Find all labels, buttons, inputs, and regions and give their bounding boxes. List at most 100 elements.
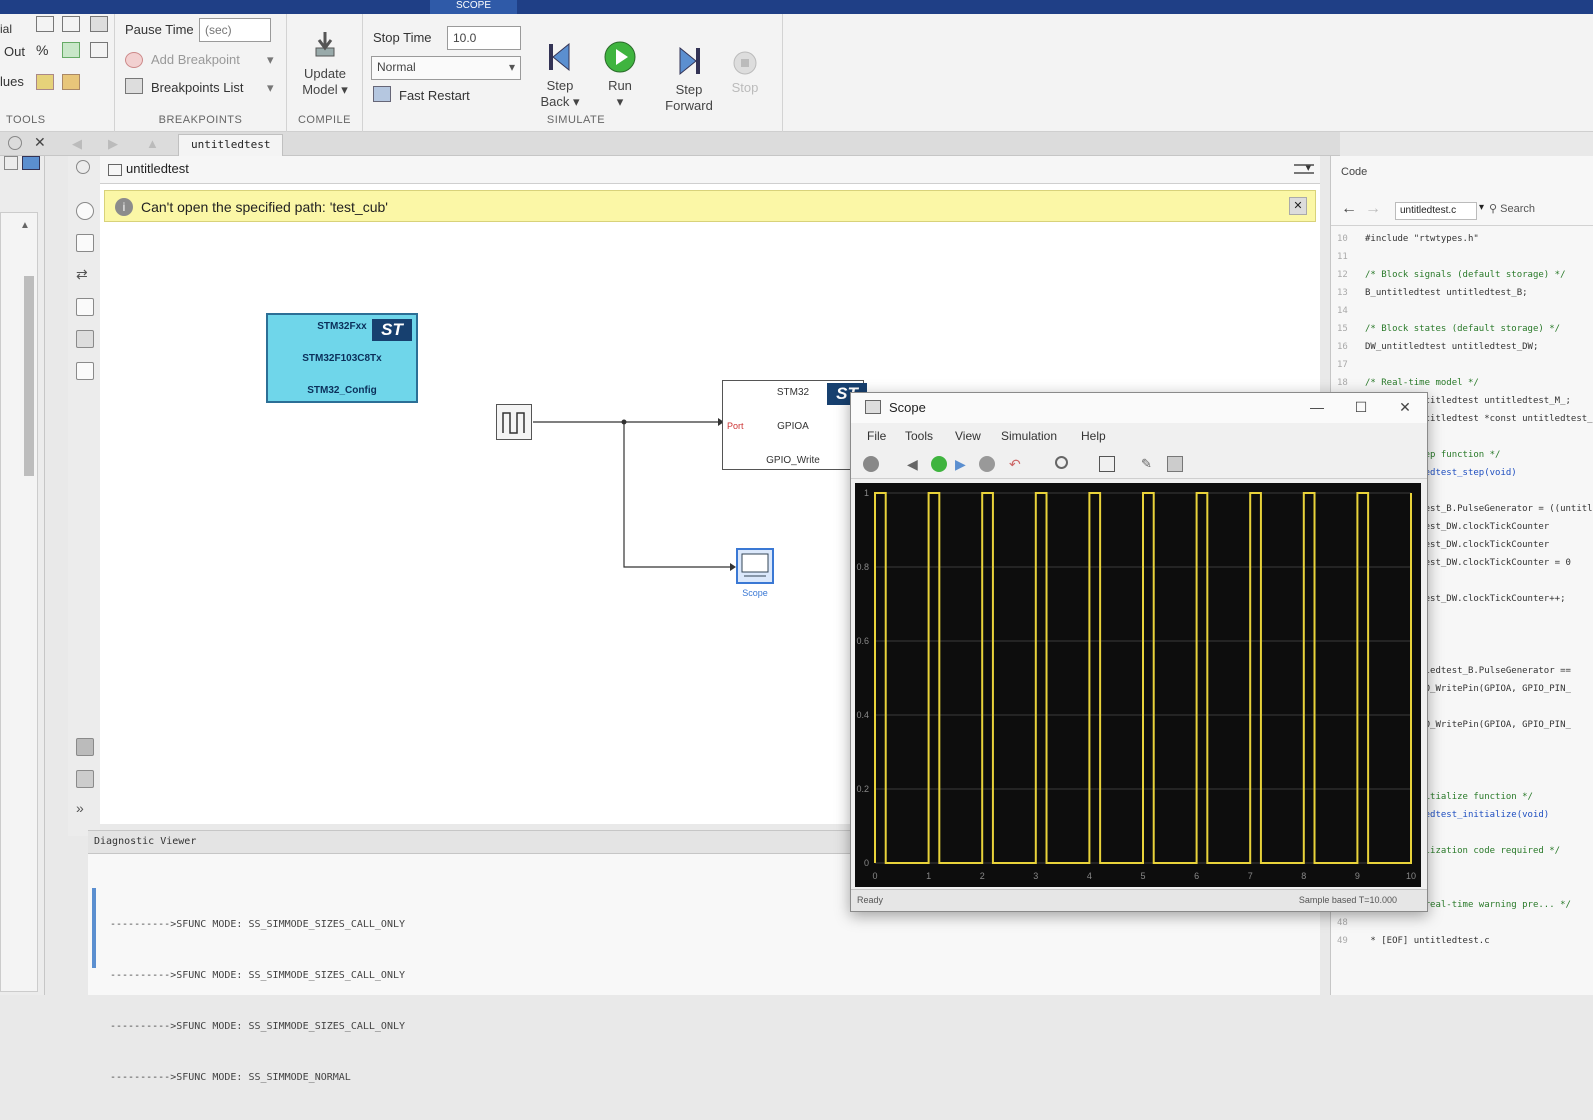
- pulse-trace: [874, 492, 1412, 864]
- line-number: 48: [1337, 918, 1348, 928]
- log-line: ---------->SFUNC MODE: SS_SIMMODE_NORMAL: [110, 1072, 351, 1083]
- code-line: 13 B_untitledtest untitledtest_B;: [1337, 284, 1593, 302]
- code-line: 18 /* Real-time model */: [1337, 374, 1593, 392]
- x-tick-label: 5: [1140, 871, 1145, 881]
- highlight-icon[interactable]: ✎: [1141, 456, 1157, 472]
- gpio-write-block[interactable]: STM32 GPIOA GPIO_Write Port ST: [722, 380, 867, 470]
- line-text: * [EOF] untitledtest.c: [1365, 936, 1490, 946]
- back-arrow-icon[interactable]: ←: [1341, 200, 1357, 218]
- scope-block-label: Scope: [742, 588, 768, 598]
- line-text: /* Block signals (default storage) */: [1365, 270, 1566, 280]
- config-block-line2: STM32F103C8Tx: [302, 353, 382, 364]
- y-tick-label: 0.4: [856, 710, 869, 720]
- settings-icon[interactable]: [863, 456, 879, 472]
- diagnostic-viewer-title[interactable]: Diagnostic Viewer: [94, 836, 196, 847]
- code-file-select[interactable]: untitledtest.c: [1395, 202, 1477, 220]
- chevron-down-icon[interactable]: ▾: [1479, 202, 1484, 213]
- x-tick-label: 4: [1087, 871, 1092, 881]
- line-number: 18: [1337, 378, 1348, 388]
- line-text: /* Block states (default storage) */: [1365, 324, 1561, 334]
- step-forward-icon[interactable]: ▶: [955, 456, 971, 472]
- y-tick-label: 0.8: [856, 562, 869, 572]
- x-tick-label: 6: [1194, 871, 1199, 881]
- code-line: 15 /* Block states (default storage) */: [1337, 320, 1593, 338]
- code-line: 10 #include "rtwtypes.h": [1337, 230, 1593, 248]
- step-back-icon[interactable]: ◀: [907, 456, 923, 472]
- line-text: #include "rtwtypes.h": [1365, 234, 1479, 244]
- maximize-icon[interactable]: ☐: [1347, 397, 1375, 417]
- code-line: 12 /* Block signals (default storage) */: [1337, 266, 1593, 284]
- x-tick-label: 2: [980, 871, 985, 881]
- st-logo: ST: [372, 319, 412, 341]
- x-tick-label: 9: [1355, 871, 1360, 881]
- line-number: 17: [1337, 360, 1348, 370]
- stm32-config-block[interactable]: STM32Fxx STM32F103C8Tx STM32_Config ST: [266, 313, 418, 403]
- y-tick-label: 1: [864, 488, 869, 498]
- line-number: 13: [1337, 288, 1348, 298]
- zoom-icon[interactable]: [1055, 456, 1068, 469]
- scope-plot[interactable]: 0 1 2 3 4 5 6 7 8 9 10 1 0.8 0.6 0.4 0.2 0: [855, 483, 1421, 887]
- gpio-block-line3: GPIO_Write: [766, 455, 820, 466]
- code-line: 48: [1337, 914, 1593, 932]
- line-number: 12: [1337, 270, 1348, 280]
- menu-help[interactable]: Help: [1081, 429, 1106, 443]
- scope-title-bar[interactable]: Scope — ☐ ✕: [851, 393, 1427, 423]
- scope-menu-bar: File Tools View Simulation Help: [851, 423, 1427, 449]
- scope-status-right: Sample based T=10.000: [1298, 895, 1397, 905]
- line-number: 49: [1337, 936, 1348, 946]
- scope-window-title: Scope: [889, 400, 926, 415]
- line-number: 10: [1337, 234, 1348, 244]
- line-number: 11: [1337, 252, 1348, 262]
- line-text: DW_untitledtest untitledtest_DW;: [1365, 342, 1539, 352]
- search-icon: ⚲: [1489, 203, 1498, 215]
- code-line: 14: [1337, 302, 1593, 320]
- scope-icon: [741, 553, 769, 577]
- code-nav-bar: ← → untitledtest.c ▾ ⚲ Search: [1331, 192, 1593, 226]
- message-marker: [92, 888, 96, 968]
- line-text: B_untitledtest untitledtest_B;: [1365, 288, 1528, 298]
- line-number: 16: [1337, 342, 1348, 352]
- pulse-icon: [502, 412, 525, 434]
- code-line: 16 DW_untitledtest untitledtest_DW;: [1337, 338, 1593, 356]
- menu-tools[interactable]: Tools: [905, 429, 933, 443]
- menu-simulation[interactable]: Simulation: [1001, 429, 1057, 443]
- code-panel-title: Code: [1341, 166, 1368, 178]
- line-number: 15: [1337, 324, 1348, 334]
- log-line: ---------->SFUNC MODE: SS_SIMMODE_SIZES_…: [110, 1021, 406, 1032]
- forward-arrow-icon[interactable]: →: [1365, 200, 1381, 218]
- gpio-port-label: Port: [727, 421, 744, 431]
- stop-icon[interactable]: [979, 456, 995, 472]
- scope-window-icon: [865, 400, 881, 414]
- scope-plot-svg: 0 1 2 3 4 5 6 7 8 9 10 1 0.8 0.6 0.4 0.2 0: [856, 488, 1416, 881]
- code-line: 11: [1337, 248, 1593, 266]
- x-tick-label: 3: [1033, 871, 1038, 881]
- y-tick-label: 0: [864, 858, 869, 868]
- autoscale-icon[interactable]: [1099, 456, 1115, 472]
- run-icon[interactable]: [931, 456, 947, 472]
- scope-status-left: Ready: [857, 895, 884, 905]
- x-tick-label: 8: [1301, 871, 1306, 881]
- x-tick-label: 1: [926, 871, 931, 881]
- undo-icon[interactable]: ↶: [1009, 456, 1025, 472]
- config-block-line3: STM32_Config: [307, 385, 377, 396]
- code-search[interactable]: ⚲ Search: [1489, 202, 1535, 215]
- close-icon[interactable]: ✕: [1391, 397, 1419, 417]
- line-text: /* Real-time model */: [1365, 378, 1479, 388]
- code-line: 17: [1337, 356, 1593, 374]
- scope-status-bar: Ready Sample based T=10.000: [851, 889, 1427, 911]
- style-icon[interactable]: [1167, 456, 1183, 472]
- x-tick-label: 0: [872, 871, 877, 881]
- x-tick-label: 10: [1406, 871, 1416, 881]
- log-line: ---------->SFUNC MODE: SS_SIMMODE_SIZES_…: [110, 970, 406, 981]
- x-tick-label: 7: [1248, 871, 1253, 881]
- menu-view[interactable]: View: [955, 429, 981, 443]
- log-line: ---------->SFUNC MODE: SS_SIMMODE_SIZES_…: [110, 919, 406, 930]
- scope-block[interactable]: [736, 548, 774, 584]
- pulse-generator-block[interactable]: [496, 404, 532, 440]
- minimize-icon[interactable]: —: [1303, 397, 1331, 417]
- menu-file[interactable]: File: [867, 429, 886, 443]
- code-line: 49 * [EOF] untitledtest.c: [1337, 932, 1593, 950]
- diagnostic-log: ---------->SFUNC MODE: SS_SIMMODE_SIZES_…: [110, 882, 405, 1120]
- y-tick-label: 0.6: [856, 636, 869, 646]
- search-label: Search: [1500, 203, 1535, 215]
